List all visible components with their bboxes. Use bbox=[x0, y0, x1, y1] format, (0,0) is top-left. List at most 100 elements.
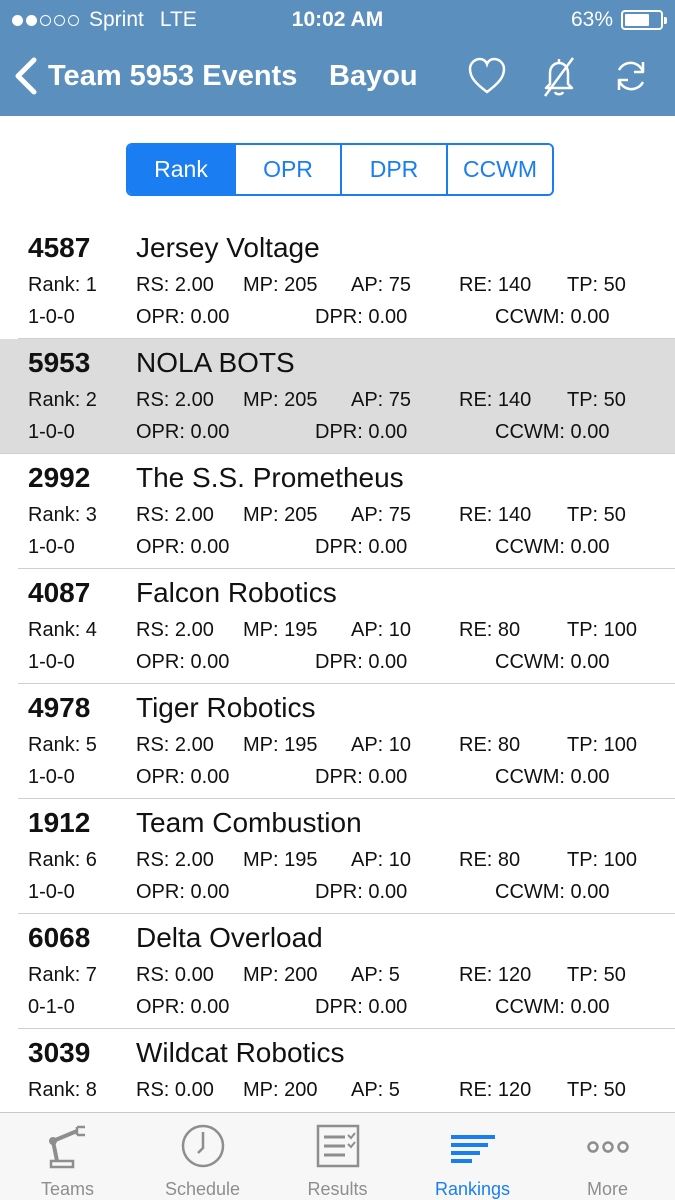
team-stat-record: 1-0-0 bbox=[28, 536, 75, 558]
team-stat-re: RE: 120 bbox=[459, 1079, 532, 1101]
team-stat-tp: TP: 100 bbox=[567, 734, 638, 756]
tab-more-label: More bbox=[586, 1179, 628, 1199]
team-stat-rank: Rank: 8 bbox=[28, 1079, 97, 1101]
rankings-bars-icon bbox=[450, 1135, 495, 1163]
team-stat-mp: MP: 195 bbox=[243, 619, 318, 641]
tab-teams[interactable]: Teams bbox=[0, 1113, 135, 1200]
team-ranking-row[interactable]: 1912 Team Combustion Rank: 6 RS: 2.00 MP: 19… bbox=[18, 799, 675, 914]
team-stat-mp: MP: 205 bbox=[243, 389, 318, 411]
team-stat-record: 1-0-0 bbox=[28, 881, 75, 903]
team-stat-tp: TP: 50 bbox=[567, 964, 626, 986]
ranking-metric-selector: Rank OPR DPR CCWM bbox=[126, 143, 554, 196]
team-stat-re: RE: 80 bbox=[459, 849, 521, 871]
team-stat-dpr: DPR: 0.00 bbox=[315, 306, 408, 328]
team-stat-rank: Rank: 2 bbox=[28, 389, 97, 411]
team-stat-re: RE: 80 bbox=[459, 619, 521, 641]
back-button[interactable]: Team 5953 Events bbox=[12, 56, 297, 96]
team-stat-mp: MP: 195 bbox=[243, 849, 318, 871]
tab-results[interactable]: Results bbox=[270, 1113, 405, 1200]
team-number: 2992 bbox=[28, 462, 91, 493]
team-stat-tp: TP: 50 bbox=[567, 1079, 626, 1101]
team-stat-ccwm: CCWM: 0.00 bbox=[495, 421, 610, 443]
team-stat-rs: RS: 2.00 bbox=[136, 389, 214, 411]
team-stat-record: 0-1-0 bbox=[28, 996, 75, 1018]
team-stat-rs: RS: 2.00 bbox=[136, 734, 214, 756]
refresh-icon[interactable] bbox=[609, 54, 653, 98]
team-stat-rs: RS: 2.00 bbox=[136, 849, 214, 871]
segment-ccwm[interactable]: CCWM bbox=[446, 145, 552, 194]
team-stat-rs: RS: 2.00 bbox=[136, 274, 214, 296]
team-stat-re: RE: 140 bbox=[459, 389, 532, 411]
tab-bar: Teams Schedule Results Rankings More bbox=[0, 1112, 675, 1200]
segment-rank[interactable]: Rank bbox=[128, 145, 234, 194]
team-stat-record: 1-0-0 bbox=[28, 306, 75, 328]
team-stat-ccwm: CCWM: 0.00 bbox=[495, 766, 610, 788]
team-stat-tp: TP: 100 bbox=[567, 849, 638, 871]
tab-teams-label: Teams bbox=[40, 1179, 94, 1199]
team-stat-dpr: DPR: 0.00 bbox=[315, 421, 408, 443]
team-ranking-row[interactable]: 5953 NOLA BOTS Rank: 2 RS: 2.00 MP: 205 AP: 7… bbox=[0, 339, 675, 454]
team-ranking-row[interactable]: 4587 Jersey Voltage Rank: 1 RS: 2.00 MP: 205… bbox=[18, 224, 675, 339]
team-stat-ccwm: CCWM: 0.00 bbox=[495, 536, 610, 558]
team-stat-dpr: DPR: 0.00 bbox=[315, 881, 408, 903]
team-number: 5953 bbox=[28, 347, 91, 378]
team-stat-ap: AP: 10 bbox=[351, 849, 412, 871]
robot-arm-icon bbox=[48, 1125, 85, 1169]
team-stat-rs: RS: 0.00 bbox=[136, 964, 214, 986]
team-number: 4587 bbox=[28, 232, 91, 263]
team-stat-tp: TP: 100 bbox=[567, 619, 638, 641]
team-stat-opr: OPR: 0.00 bbox=[136, 766, 230, 788]
team-ranking-row[interactable]: 4978 Tiger Robotics Rank: 5 RS: 2.00 MP: 195… bbox=[18, 684, 675, 799]
segment-opr[interactable]: OPR bbox=[234, 145, 340, 194]
team-stat-dpr: DPR: 0.00 bbox=[315, 996, 408, 1018]
team-ranking-row[interactable]: 4087 Falcon Robotics Rank: 4 RS: 2.00 MP: 19… bbox=[18, 569, 675, 684]
team-name: Delta Overload bbox=[136, 922, 323, 953]
team-stat-mp: MP: 200 bbox=[243, 1079, 318, 1101]
tab-more[interactable]: More bbox=[540, 1113, 675, 1200]
team-number: 4978 bbox=[28, 692, 91, 723]
team-stat-ap: AP: 5 bbox=[351, 1079, 400, 1101]
team-ranking-row[interactable]: 3039 Wildcat Robotics Rank: 8 RS: 0.00 MP: 2… bbox=[18, 1029, 675, 1112]
team-name: Jersey Voltage bbox=[136, 232, 320, 263]
team-stat-ccwm: CCWM: 0.00 bbox=[495, 996, 610, 1018]
team-stat-re: RE: 140 bbox=[459, 274, 532, 296]
team-number: 1912 bbox=[28, 807, 91, 838]
tab-schedule[interactable]: Schedule bbox=[135, 1113, 270, 1200]
team-stat-mp: MP: 205 bbox=[243, 504, 318, 526]
team-stat-record: 1-0-0 bbox=[28, 421, 75, 443]
more-dots-icon bbox=[586, 1141, 629, 1153]
team-name: Wildcat Robotics bbox=[136, 1037, 345, 1068]
team-number: 3039 bbox=[28, 1037, 91, 1068]
team-stat-ap: AP: 75 bbox=[351, 274, 412, 296]
team-stat-mp: MP: 200 bbox=[243, 964, 318, 986]
team-number: 4087 bbox=[28, 577, 91, 608]
team-ranking-row[interactable]: 6068 Delta Overload Rank: 7 RS: 0.00 MP: 200… bbox=[18, 914, 675, 1029]
results-list-icon bbox=[316, 1124, 359, 1168]
team-number: 6068 bbox=[28, 922, 91, 953]
battery-icon bbox=[621, 10, 667, 30]
bell-off-icon[interactable] bbox=[537, 54, 581, 98]
tab-rankings[interactable]: Rankings bbox=[405, 1113, 540, 1200]
team-stat-opr: OPR: 0.00 bbox=[136, 306, 230, 328]
team-stat-rs: RS: 2.00 bbox=[136, 504, 214, 526]
team-ranking-row[interactable]: 2992 The S.S. Prometheus Rank: 3 RS: 2.00 MP… bbox=[18, 454, 675, 569]
team-stat-ccwm: CCWM: 0.00 bbox=[495, 651, 610, 673]
event-title: Bayou bbox=[329, 60, 418, 92]
team-stat-mp: MP: 195 bbox=[243, 734, 318, 756]
team-stat-re: RE: 140 bbox=[459, 504, 532, 526]
team-stat-rs: RS: 2.00 bbox=[136, 619, 214, 641]
team-stat-opr: OPR: 0.00 bbox=[136, 536, 230, 558]
team-stat-rank: Rank: 6 bbox=[28, 849, 97, 871]
rankings-list[interactable]: 4587 Jersey Voltage Rank: 1 RS: 2.00 MP: 205… bbox=[0, 224, 675, 1112]
team-stat-rank: Rank: 7 bbox=[28, 964, 97, 986]
team-stat-ap: AP: 10 bbox=[351, 619, 412, 641]
team-stat-rank: Rank: 1 bbox=[28, 274, 97, 296]
back-button-label: Team 5953 Events bbox=[48, 59, 298, 92]
team-stat-re: RE: 120 bbox=[459, 964, 532, 986]
team-stat-rank: Rank: 5 bbox=[28, 734, 97, 756]
chevron-left-icon bbox=[15, 57, 37, 95]
navigation-bar: Team 5953 Events Bayou bbox=[0, 40, 675, 116]
segment-dpr[interactable]: DPR bbox=[340, 145, 446, 194]
heart-icon[interactable] bbox=[465, 54, 509, 98]
team-stat-ap: AP: 75 bbox=[351, 389, 412, 411]
